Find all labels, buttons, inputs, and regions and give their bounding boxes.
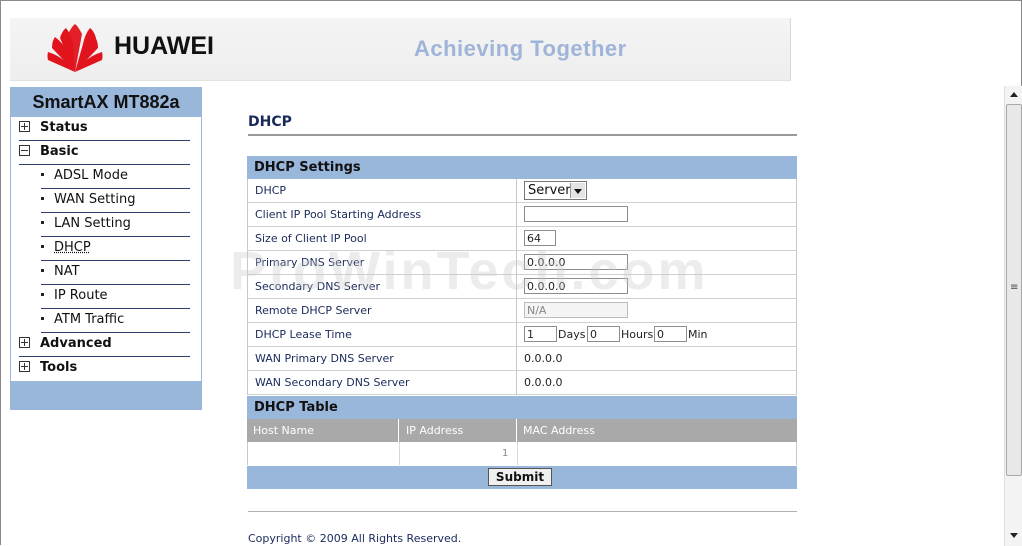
sidebar-item-dhcp[interactable]: DHCP (41, 237, 190, 261)
scrollbar-thumb[interactable] (1006, 104, 1022, 476)
wan-secondary-dns-row: WAN Secondary DNS Server 0.0.0.0 (247, 371, 797, 395)
wan-primary-dns-value: 0.0.0.0 (524, 352, 563, 365)
bullet-icon (41, 197, 44, 200)
pool-start-row: Client IP Pool Starting Address (247, 203, 797, 227)
wan-secondary-dns-label: WAN Secondary DNS Server (255, 376, 410, 389)
dhcp-mode-row: DHCP Server (247, 179, 797, 203)
sidebar-item-label: LAN Setting (54, 216, 131, 231)
huawei-logo-icon (47, 24, 103, 72)
page-title: DHCP (248, 114, 292, 130)
lease-days-unit: Days (558, 328, 586, 341)
watermark: ProWinTech.com (230, 241, 709, 301)
title-divider (248, 134, 797, 136)
bullet-icon (41, 173, 44, 176)
vertical-scrollbar[interactable] (1004, 86, 1022, 546)
bullet-icon (41, 317, 44, 320)
bullet-icon (41, 245, 44, 248)
sidebar-item-label: Basic (40, 144, 79, 159)
sidebar-item-label: ATM Traffic (54, 312, 125, 327)
column-header-mac: MAC Address (523, 424, 595, 437)
column-header-ip: IP Address (406, 424, 464, 437)
column-header-host: Host Name (253, 424, 314, 437)
minus-box-icon[interactable] (19, 145, 30, 156)
pool-start-input[interactable] (524, 206, 628, 222)
scroll-up-arrow-icon[interactable] (1005, 86, 1022, 102)
submit-bar: Submit (247, 466, 797, 489)
sidebar-menu: Status Basic ADSL Mode WAN Setting LAN S… (11, 117, 201, 381)
lease-hours-unit: Hours (621, 328, 654, 341)
sidebar-item-tools[interactable]: Tools (19, 357, 190, 380)
brand-name: HUAWEI (114, 32, 214, 60)
remote-dhcp-input: N/A (524, 302, 628, 318)
wan-secondary-dns-value: 0.0.0.0 (524, 376, 563, 389)
plus-box-icon[interactable] (19, 361, 30, 372)
sidebar-item-lan-setting[interactable]: LAN Setting (41, 213, 190, 237)
header-banner: HUAWEI Achieving Together (10, 18, 791, 81)
sidebar-item-adsl-mode[interactable]: ADSL Mode (41, 165, 190, 189)
lease-time-label: DHCP Lease Time (255, 328, 352, 341)
sidebar-item-label: IP Route (54, 288, 108, 303)
dhcp-mode-label: DHCP (255, 184, 287, 197)
sidebar-item-atm-traffic[interactable]: ATM Traffic (41, 309, 190, 333)
bullet-icon (41, 293, 44, 296)
bullet-icon (41, 269, 44, 272)
remote-dhcp-row: Remote DHCP Server N/A (247, 299, 797, 323)
device-model-title: SmartAX MT882a (32, 92, 180, 112)
sidebar-item-label: Tools (40, 360, 78, 375)
dhcp-table-header: DHCP Table (247, 396, 797, 419)
sidebar-item-label: ADSL Mode (54, 168, 128, 183)
table-row: 1 (247, 442, 797, 465)
sidebar-nav: SmartAX MT882a Status Basic ADSL Mode WA… (10, 87, 202, 410)
lease-time-row: DHCP Lease Time 1 Days 0 Hours 0 Min (247, 323, 797, 347)
sidebar-item-label: WAN Setting (54, 192, 136, 207)
plus-box-icon[interactable] (19, 121, 30, 132)
section-header-label: DHCP Table (254, 400, 338, 415)
lease-days-input[interactable]: 1 (524, 326, 557, 342)
slogan: Achieving Together (414, 36, 627, 61)
dhcp-mode-value: Server (528, 183, 571, 198)
sidebar-item-status[interactable]: Status (19, 117, 190, 141)
section-header-label: DHCP Settings (254, 160, 361, 175)
sidebar-item-nat[interactable]: NAT (41, 261, 190, 285)
sidebar-item-label: Status (40, 120, 88, 135)
sidebar-item-ip-route[interactable]: IP Route (41, 285, 190, 309)
submit-button[interactable]: Submit (488, 468, 552, 486)
sidebar-item-label: DHCP (54, 240, 91, 255)
sidebar-item-label: NAT (54, 264, 80, 279)
lease-hours-input[interactable]: 0 (587, 326, 620, 342)
remote-dhcp-label: Remote DHCP Server (255, 304, 372, 317)
sidebar-item-advanced[interactable]: Advanced (19, 333, 190, 357)
pool-start-label: Client IP Pool Starting Address (255, 208, 422, 221)
plus-box-icon[interactable] (19, 337, 30, 348)
bullet-icon (41, 221, 44, 224)
dhcp-table-columns: Host Name IP Address MAC Address (247, 419, 797, 442)
lease-min-input[interactable]: 0 (654, 326, 687, 342)
copyright-text: Copyright © 2009 All Rights Reserved. (248, 532, 462, 545)
ip-address-cell: 1 (502, 448, 508, 459)
settings-section-header: DHCP Settings (247, 156, 797, 179)
chevron-down-icon[interactable] (570, 183, 585, 198)
scroll-down-arrow-icon[interactable] (1005, 528, 1022, 544)
wan-primary-dns-label: WAN Primary DNS Server (255, 352, 394, 365)
lease-min-unit: Min (688, 328, 708, 341)
sidebar-item-label: Advanced (40, 336, 112, 351)
dhcp-mode-select[interactable]: Server (524, 181, 587, 200)
sidebar-item-wan-setting[interactable]: WAN Setting (41, 189, 190, 213)
wan-primary-dns-row: WAN Primary DNS Server 0.0.0.0 (247, 347, 797, 371)
footer-divider (248, 511, 797, 512)
sidebar-item-basic[interactable]: Basic (19, 141, 190, 165)
